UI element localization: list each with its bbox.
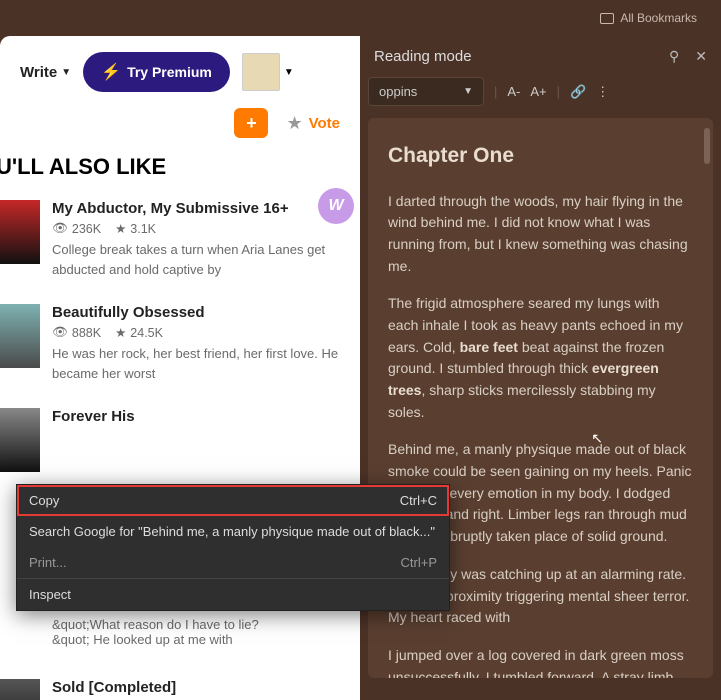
views-stat: 👁 236K	[52, 221, 101, 236]
context-menu: Copy Ctrl+C Search Google for "Behind me…	[16, 484, 450, 611]
stars-stat: ★ 3.1K	[115, 221, 156, 236]
more-icon[interactable]: ⋮	[596, 84, 609, 100]
link-icon[interactable]: 🔗	[570, 84, 586, 100]
text-fragment: &quot;What reason do I have to lie?	[0, 617, 340, 632]
mouse-cursor-icon: ↖	[591, 428, 603, 450]
book-title: Sold [Completed]	[52, 679, 176, 696]
print-shortcut: Ctrl+P	[401, 555, 437, 570]
context-menu-copy[interactable]: Copy Ctrl+C	[17, 485, 449, 516]
print-label: Print...	[29, 555, 67, 570]
font-larger-button[interactable]: A+	[530, 84, 546, 99]
section-title: U'LL ALSO LIKE	[0, 154, 340, 190]
book-title: My Abductor, My Submissive 16+	[52, 200, 340, 217]
user-menu[interactable]: ▼	[242, 53, 294, 91]
close-icon[interactable]: ✕	[695, 48, 707, 65]
views-stat: 👁 888K	[52, 325, 101, 340]
book-desc: College break takes a turn when Aria Lan…	[52, 240, 340, 279]
text-fragment: &quot; He looked up at me with	[0, 632, 340, 647]
book-cover	[0, 408, 40, 472]
star-icon: ★	[286, 113, 302, 134]
write-label: Write	[20, 64, 57, 81]
book-cover	[0, 200, 40, 264]
context-menu-search[interactable]: Search Google for "Behind me, a manly ph…	[17, 516, 449, 547]
font-family-select[interactable]: oppins ▼	[368, 77, 484, 106]
reading-mode-title: Reading mode	[374, 48, 472, 65]
copy-label: Copy	[29, 493, 59, 508]
font-smaller-button[interactable]: A-	[507, 84, 520, 99]
paragraph: I darted through the woods, my hair flyi…	[388, 191, 693, 278]
chevron-down-icon: ▼	[284, 67, 294, 78]
scrollbar-thumb[interactable]	[704, 128, 710, 164]
book-title: Beautifully Obsessed	[52, 304, 340, 321]
stars-stat: ★ 24.5K	[115, 325, 163, 340]
try-premium-button[interactable]: ⚡ Try Premium	[83, 52, 230, 92]
vote-label: Vote	[309, 115, 340, 132]
book-title: Forever His	[52, 408, 135, 425]
list-item[interactable]: My Abductor, My Submissive 16+ 👁 236K ★ …	[0, 190, 340, 294]
vote-button[interactable]: ★ Vote	[286, 113, 340, 134]
context-menu-inspect[interactable]: Inspect	[17, 579, 449, 610]
chevron-down-icon: ▼	[463, 86, 473, 97]
bookmarks-link[interactable]: All Bookmarks	[620, 11, 697, 25]
folder-icon	[600, 13, 614, 24]
list-item[interactable]: Beautifully Obsessed 👁 888K ★ 24.5K He w…	[0, 294, 340, 398]
divider: |	[494, 84, 497, 99]
book-cover	[0, 679, 40, 700]
search-label: Search Google for "Behind me, a manly ph…	[29, 524, 435, 539]
inspect-label: Inspect	[29, 587, 71, 602]
book-cover	[0, 304, 40, 368]
font-family-value: oppins	[379, 84, 417, 99]
avatar	[242, 53, 280, 91]
paragraph: I jumped over a log covered in dark gree…	[388, 645, 693, 678]
bolt-icon: ⚡	[101, 62, 121, 82]
wattpad-badge[interactable]: W	[318, 188, 354, 224]
premium-label: Try Premium	[127, 64, 212, 80]
context-menu-print[interactable]: Print... Ctrl+P	[17, 547, 449, 578]
book-desc: He was her rock, her best friend, her fi…	[52, 344, 340, 383]
divider: |	[557, 84, 560, 99]
chevron-down-icon: ▼	[61, 67, 71, 78]
paragraph: The frigid atmosphere seared my lungs wi…	[388, 293, 693, 423]
scrollbar[interactable]	[704, 128, 710, 668]
add-button[interactable]: +	[234, 108, 268, 138]
chapter-title: Chapter One	[388, 140, 693, 173]
pin-icon[interactable]: ⚲	[669, 48, 679, 65]
write-dropdown[interactable]: Write ▼	[20, 64, 71, 81]
copy-shortcut: Ctrl+C	[400, 493, 437, 508]
list-item[interactable]: Sold [Completed]	[0, 669, 340, 700]
list-item[interactable]: Forever His	[0, 398, 340, 487]
